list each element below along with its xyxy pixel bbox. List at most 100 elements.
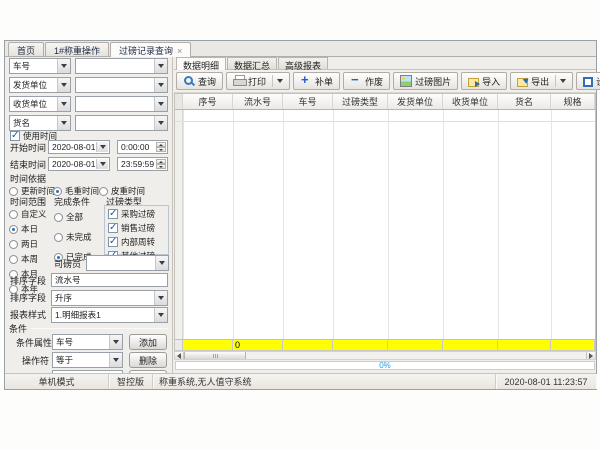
time-basis-label: 时间依据 [10,174,46,184]
sort-field-input[interactable]: 流水号 [51,273,168,287]
radio-label: 自定义 [21,208,47,220]
column-header-过磅类型[interactable]: 过磅类型 [333,94,388,109]
toolbar-button-导入[interactable]: 导入 [461,72,507,90]
radio-option-毛重时间[interactable]: 毛重时间 [53,185,99,197]
field-name-combo-收货单位[interactable]: 收货单位 [9,96,71,112]
radio-option-全部[interactable]: 全部 [54,211,92,223]
field-value-combo-车号[interactable] [75,58,168,74]
radio-label: 全部 [66,211,83,223]
field-value-combo-发货单位[interactable] [75,77,168,93]
completion-label: 完成条件 [54,197,90,207]
chevron-down-icon[interactable] [154,116,167,130]
field-value-combo-收货单位[interactable] [75,96,168,112]
report-style-combo[interactable]: 1.明细报表1 [51,307,168,323]
detail-tab-高级报表[interactable]: 高级报表 [278,57,328,69]
condition-op-combo[interactable]: 等于 [52,352,123,368]
end-time-input[interactable]: 23:59:59 [117,157,168,171]
radio-label: 未完成 [66,231,92,243]
close-icon[interactable]: × [177,47,182,55]
scroll-right-icon[interactable] [586,352,595,359]
radio-icon [9,240,18,249]
grid-column-line [183,110,184,339]
chevron-down-icon[interactable] [555,75,566,87]
chevron-down-icon[interactable] [154,97,167,111]
chevron-down-icon[interactable] [57,78,70,92]
column-header-发货单位[interactable]: 发货单位 [388,94,443,109]
chevron-down-icon[interactable] [57,116,70,130]
toolbar-button-补单[interactable]: 补单 [293,72,340,90]
add-condition-button[interactable]: 添加 [129,334,167,350]
chevron-down-icon[interactable] [109,353,122,367]
chevron-down-icon[interactable] [154,78,167,92]
chevron-down-icon[interactable] [57,97,70,111]
toolbar-button-打印[interactable]: 打印 [226,72,290,90]
delete-condition-button[interactable]: 删除 [129,352,167,368]
start-date-input[interactable]: 2020-08-01 [48,140,110,154]
column-header-规格[interactable]: 规格 [551,94,595,109]
field-name-combo-发货单位[interactable]: 发货单位 [9,77,71,93]
chevron-down-icon[interactable] [272,75,283,87]
image-icon [400,75,412,87]
export-icon [517,78,528,87]
status-datetime: 2020-08-01 11:23:57 [496,374,596,389]
time-basis-options: 更新时间毛重时间皮重时间 [9,185,145,197]
chevron-down-icon[interactable] [154,291,167,305]
chevron-down-icon[interactable] [57,59,70,73]
tab-过磅记录查询[interactable]: 过磅记录查询× [110,42,191,57]
time-range-label: 时间范围 [10,197,46,207]
sort-order-value: 升序 [52,292,154,304]
detail-tab-数据汇总[interactable]: 数据汇总 [227,57,277,69]
toolbar-button-查询[interactable]: 查询 [176,72,223,90]
import-icon [468,78,479,87]
radio-option-更新时间[interactable]: 更新时间 [9,185,53,197]
checkbox-option-采购过磅[interactable]: 采购过磅 [108,208,168,220]
horizontal-scrollbar[interactable] [174,351,596,360]
condition-attr-combo[interactable]: 车号 [52,334,123,350]
chevron-down-icon[interactable] [109,335,122,349]
field-name-combo-货名[interactable]: 货名 [9,115,71,131]
divider [31,328,169,329]
report-style-label: 报表样式 [10,310,46,320]
toolbar-button-设置[interactable]: 设置 [576,72,600,90]
app-window: 首页1#称重操作过磅记录查询× 车号发货单位收货单位货名 使用时间 开始时间 2… [4,40,597,390]
chevron-down-icon[interactable] [154,59,167,73]
toolbar-button-label: 导出 [531,75,549,88]
tab-首页[interactable]: 首页 [8,42,44,56]
chevron-down-icon[interactable] [154,308,167,322]
toolbar-button-过磅图片[interactable]: 过磅图片 [393,72,458,90]
toolbar-button-作废[interactable]: 作废 [343,72,390,90]
scrollbar-thumb[interactable] [184,352,246,359]
tab-1#称重操作[interactable]: 1#称重操作 [45,42,109,56]
weigher-combo[interactable] [86,255,169,271]
field-value-combo-货名[interactable] [75,115,168,131]
checkbox-option-销售过磅[interactable]: 销售过磅 [108,222,168,234]
field-name-combo-车号[interactable]: 车号 [9,58,71,74]
sort-order-combo[interactable]: 升序 [51,290,168,306]
detail-tab-数据明细[interactable]: 数据明细 [176,57,226,70]
radio-option-未完成[interactable]: 未完成 [54,231,92,243]
toolbar-button-导出[interactable]: 导出 [510,72,573,90]
radio-option-自定义[interactable]: 自定义 [9,208,47,220]
start-time-input[interactable]: 0:00:00 [117,140,168,154]
sort-order-label: 排序字段 [10,293,46,303]
weigher-label: 司磅员 [54,259,81,269]
grid-body[interactable] [175,110,595,339]
checkbox-option-内部周转[interactable]: 内部周转 [108,236,168,248]
time-spinner[interactable] [156,142,166,152]
column-header-货名[interactable]: 货名 [498,94,551,109]
radio-option-本日[interactable]: 本日 [9,223,47,235]
column-header-流水号[interactable]: 流水号 [233,94,283,109]
radio-option-本周[interactable]: 本周 [9,253,47,265]
end-date-input[interactable]: 2020-08-01 [48,157,110,171]
calendar-dropdown-icon[interactable] [96,159,108,169]
column-header-收货单位[interactable]: 收货单位 [443,94,498,109]
column-header-车号[interactable]: 车号 [283,94,333,109]
column-header-序号[interactable]: 序号 [183,94,233,109]
calendar-dropdown-icon[interactable] [96,142,108,152]
plus-icon [300,75,312,87]
chevron-down-icon[interactable] [155,256,168,270]
time-spinner[interactable] [156,159,166,169]
scroll-left-icon[interactable] [175,352,184,359]
radio-option-两日[interactable]: 两日 [9,238,47,250]
radio-option-皮重时间[interactable]: 皮重时间 [99,185,145,197]
